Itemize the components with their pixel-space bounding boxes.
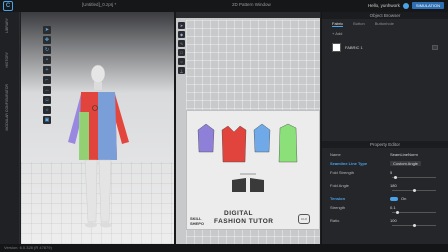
- avatar-right-leg: [98, 159, 112, 223]
- right-panel: Object Browser Fabric Button Buttonhole …: [321, 12, 448, 244]
- title-bar: C [Untitled]_0.zprj * 2D Pattern Window …: [0, 0, 448, 12]
- tab-fabric[interactable]: Fabric: [332, 21, 344, 27]
- status-bar: Version: 6.0.328 (R 47879): [0, 244, 448, 252]
- tab-buttonhole[interactable]: Buttonhole: [375, 21, 394, 27]
- object-browser-tabs: Fabric Button Buttonhole: [322, 19, 448, 29]
- object-browser-title: Object Browser: [322, 12, 448, 19]
- fabric-name: FABRIC 1: [345, 45, 363, 50]
- property-label: Name: [330, 152, 341, 157]
- brand-line-2: SHEPO: [190, 221, 205, 226]
- slider-knob[interactable]: [412, 189, 416, 192]
- property-label: Strength: [330, 205, 346, 210]
- property-row[interactable]: Fold Strength 5: [330, 170, 446, 175]
- property-row[interactable]: Tension On: [330, 196, 446, 201]
- 3d-garment-window[interactable]: ➤ ✥ ↻ • + ⌐ ↔ ☺ ☼ ▣: [21, 12, 175, 244]
- avatar-icon[interactable]: ☺: [43, 96, 51, 104]
- avatar-right-foot: [100, 222, 112, 228]
- avatar-neck: [94, 82, 102, 90]
- move-icon[interactable]: ✥: [43, 36, 51, 44]
- simulation-button[interactable]: SIMULATION: [411, 2, 444, 9]
- slider-knob[interactable]: [396, 211, 400, 214]
- clo-stamp: CLO: [298, 214, 310, 224]
- pattern-band-right[interactable]: [250, 178, 264, 192]
- pattern-sleeve-left[interactable]: [197, 123, 215, 153]
- measure-icon[interactable]: ↔: [43, 86, 51, 94]
- light-icon[interactable]: ☼: [43, 106, 51, 114]
- property-row[interactable]: Name SeamLineNorm: [330, 152, 446, 157]
- add-row: + Add: [322, 29, 448, 38]
- modular-configurator-tab[interactable]: MODULAR CONFIGURATOR: [5, 84, 9, 131]
- pattern-front-body[interactable]: [221, 125, 247, 163]
- property-label: Ratio: [330, 218, 340, 223]
- tab-button[interactable]: Button: [353, 21, 365, 27]
- 3d-toolbar: ➤ ✥ ↻ • + ⌐ ↔ ☺ ☼ ▣: [43, 26, 53, 124]
- add-fabric-button[interactable]: + Add: [332, 31, 342, 36]
- fabric-swatch[interactable]: [332, 43, 341, 52]
- pattern-back-body[interactable]: [278, 123, 298, 163]
- user-name[interactable]: Hello, yunhwork: [368, 3, 400, 8]
- fabric-options-icon[interactable]: [432, 45, 438, 50]
- property-value[interactable]: 0.1: [390, 205, 396, 210]
- property-slider[interactable]: [392, 211, 436, 214]
- property-select[interactable]: Custom Angle: [390, 161, 421, 166]
- property-row[interactable]: Ratio 100: [330, 218, 446, 223]
- pattern-band-left[interactable]: [232, 178, 246, 192]
- library-tab[interactable]: LIBRARY: [5, 18, 9, 33]
- property-label: Tension: [330, 196, 346, 201]
- property-value[interactable]: On: [401, 196, 406, 201]
- property-value[interactable]: 5: [390, 170, 392, 175]
- 2d-pattern-window[interactable]: ➤ ◆ ∿ □ ○ ⟂ SKILL SHEPO DIGITAL FASHION TUTOR…: [176, 12, 320, 244]
- history-tab[interactable]: HISTORY: [5, 52, 9, 67]
- fabric-list-item[interactable]: FABRIC 1: [322, 41, 448, 54]
- toggle-switch[interactable]: [390, 196, 398, 201]
- property-row[interactable]: Fold Angle 180: [330, 183, 446, 188]
- watermark-title-1: DIGITAL: [224, 210, 254, 217]
- property-row[interactable]: Strength 0.1: [330, 205, 446, 210]
- property-editor-title: Property Editor: [322, 141, 448, 148]
- user-avatar-icon[interactable]: [402, 2, 409, 9]
- property-value[interactable]: 180: [390, 183, 397, 188]
- app-window: C [Untitled]_0.zprj * 2D Pattern Window …: [0, 0, 448, 252]
- property-slider[interactable]: [392, 224, 436, 227]
- rotate-icon[interactable]: ↻: [43, 46, 51, 54]
- pin-icon[interactable]: •: [43, 56, 51, 64]
- document-title: [Untitled]_0.zprj *: [82, 2, 117, 7]
- camera-icon[interactable]: ▣: [43, 116, 51, 124]
- select-icon[interactable]: ➤: [43, 26, 51, 34]
- pattern-sleeve-right[interactable]: [253, 123, 271, 153]
- pattern-window-title: 2D Pattern Window: [232, 2, 271, 7]
- slider-knob[interactable]: [412, 224, 416, 227]
- left-hand: [68, 143, 74, 153]
- property-label: Fold Strength: [330, 170, 355, 175]
- watermark-title-2: FASHION TUTOR: [214, 218, 274, 225]
- property-slider[interactable]: [392, 189, 436, 192]
- left-strip: LIBRARY HISTORY MODULAR CONFIGURATOR: [0, 12, 20, 244]
- property-row[interactable]: Seamline Line Type Custom Angle: [330, 161, 446, 166]
- avatar-left-foot: [85, 222, 97, 228]
- garment-back-right: [98, 92, 117, 160]
- user-area: Hello, yunhwork SIMULATION: [368, 2, 444, 9]
- property-value[interactable]: 100: [390, 218, 397, 223]
- app-logo[interactable]: C: [3, 1, 13, 11]
- property-label: Seamline Line Type: [330, 161, 368, 166]
- right-hand: [123, 143, 129, 153]
- property-value[interactable]: SeamLineNorm: [390, 152, 418, 157]
- fold-icon[interactable]: ⌐: [43, 76, 51, 84]
- property-label: Fold Angle: [330, 183, 349, 188]
- avatar-head: [90, 64, 106, 84]
- property-slider[interactable]: [392, 176, 436, 179]
- garment-side-panel: [79, 112, 89, 160]
- slider-knob[interactable]: [394, 176, 398, 179]
- avatar-left-leg: [84, 159, 98, 223]
- tack-icon[interactable]: +: [43, 66, 51, 74]
